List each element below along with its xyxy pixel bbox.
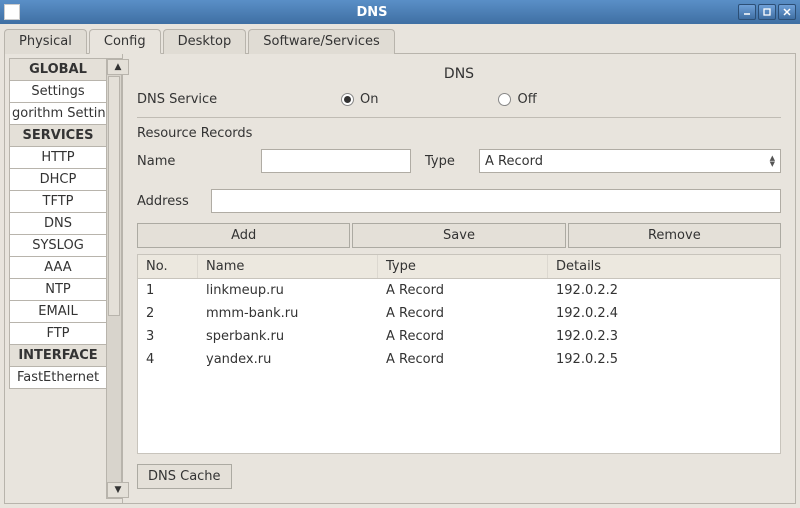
sidebar-item-dhcp[interactable]: DHCP: [9, 168, 107, 191]
cell-details: 192.0.2.4: [548, 302, 780, 325]
cell-no: 1: [138, 279, 198, 302]
sidebar-item-dns[interactable]: DNS: [9, 212, 107, 235]
window-controls: [738, 4, 796, 20]
sidebar-scrollbar[interactable]: ▲ ▼: [106, 58, 122, 499]
sidebar: GLOBAL Settings gorithm Settings SERVICE…: [5, 54, 123, 503]
content-body: GLOBAL Settings gorithm Settings SERVICE…: [4, 53, 796, 504]
cell-no: 4: [138, 348, 198, 371]
type-select[interactable]: A Record ▲▼: [479, 149, 781, 173]
cell-type: A Record: [378, 302, 548, 325]
save-button[interactable]: Save: [352, 223, 565, 248]
sidebar-item-algorithm-settings[interactable]: gorithm Settings: [9, 102, 107, 125]
dns-service-label: DNS Service: [137, 92, 247, 107]
col-no[interactable]: No.: [138, 255, 198, 278]
cell-no: 2: [138, 302, 198, 325]
cell-type: A Record: [378, 348, 548, 371]
cell-name: mmm-bank.ru: [198, 302, 378, 325]
cell-name: yandex.ru: [198, 348, 378, 371]
col-name[interactable]: Name: [198, 255, 378, 278]
sidebar-item-email[interactable]: EMAIL: [9, 300, 107, 323]
radio-on-icon: [341, 93, 354, 106]
address-row: Address: [137, 189, 781, 213]
scroll-up-icon[interactable]: ▲: [107, 59, 129, 75]
tab-physical[interactable]: Physical: [4, 29, 87, 54]
remove-button[interactable]: Remove: [568, 223, 781, 248]
tab-desktop[interactable]: Desktop: [163, 29, 247, 54]
panel-title: DNS: [137, 66, 781, 82]
top-tabs: Physical Config Desktop Software/Service…: [0, 24, 800, 53]
sidebar-item-aaa[interactable]: AAA: [9, 256, 107, 279]
minimize-icon: [742, 7, 752, 17]
col-details[interactable]: Details: [548, 255, 780, 278]
table-row[interactable]: 2mmm-bank.ruA Record192.0.2.4: [138, 302, 780, 325]
divider: [137, 117, 781, 118]
table-row[interactable]: 4yandex.ruA Record192.0.2.5: [138, 348, 780, 371]
radio-on[interactable]: On: [341, 92, 378, 107]
col-type[interactable]: Type: [378, 255, 548, 278]
cell-type: A Record: [378, 279, 548, 302]
app-window: DNS Physical Config Desktop Software/Ser…: [0, 0, 800, 508]
records-table: No. Name Type Details 1linkmeup.ruA Reco…: [137, 254, 781, 454]
table-row[interactable]: 1linkmeup.ruA Record192.0.2.2: [138, 279, 780, 302]
cell-name: linkmeup.ru: [198, 279, 378, 302]
sidebar-heading-global: GLOBAL: [9, 58, 107, 81]
titlebar: DNS: [0, 0, 800, 24]
sidebar-item-http[interactable]: HTTP: [9, 146, 107, 169]
name-input[interactable]: [261, 149, 411, 173]
sidebar-item-tftp[interactable]: TFTP: [9, 190, 107, 213]
close-button[interactable]: [778, 4, 796, 20]
maximize-icon: [762, 7, 772, 17]
sidebar-list: GLOBAL Settings gorithm Settings SERVICE…: [9, 58, 107, 499]
sidebar-heading-interface: INTERFACE: [9, 344, 107, 367]
sidebar-item-syslog[interactable]: SYSLOG: [9, 234, 107, 257]
main-panel: DNS DNS Service On Off Resource Records: [123, 54, 795, 503]
window-title: DNS: [6, 5, 738, 20]
address-label: Address: [137, 194, 197, 209]
footer: DNS Cache: [137, 464, 781, 489]
close-icon: [782, 7, 792, 17]
cell-details: 192.0.2.5: [548, 348, 780, 371]
cell-details: 192.0.2.2: [548, 279, 780, 302]
sidebar-item-ftp[interactable]: FTP: [9, 322, 107, 345]
radio-off[interactable]: Off: [498, 92, 536, 107]
maximize-button[interactable]: [758, 4, 776, 20]
cell-details: 192.0.2.3: [548, 325, 780, 348]
add-button[interactable]: Add: [137, 223, 350, 248]
sidebar-item-fastethernet[interactable]: FastEthernet: [9, 366, 107, 389]
name-label: Name: [137, 154, 247, 169]
resource-records-label: Resource Records: [137, 126, 781, 141]
action-buttons: Add Save Remove: [137, 223, 781, 248]
type-label: Type: [425, 154, 465, 169]
tab-config[interactable]: Config: [89, 29, 161, 54]
cell-no: 3: [138, 325, 198, 348]
sidebar-item-ntp[interactable]: NTP: [9, 278, 107, 301]
address-input[interactable]: [211, 189, 781, 213]
scroll-thumb[interactable]: [108, 76, 120, 316]
table-header: No. Name Type Details: [138, 255, 780, 279]
cell-name: sperbank.ru: [198, 325, 378, 348]
sidebar-heading-services: SERVICES: [9, 124, 107, 147]
radio-off-label: Off: [517, 92, 536, 107]
tab-software-services[interactable]: Software/Services: [248, 29, 395, 54]
dns-cache-button[interactable]: DNS Cache: [137, 464, 232, 489]
sidebar-item-settings[interactable]: Settings: [9, 80, 107, 103]
table-row[interactable]: 3sperbank.ruA Record192.0.2.3: [138, 325, 780, 348]
scroll-down-icon[interactable]: ▼: [107, 482, 129, 498]
minimize-button[interactable]: [738, 4, 756, 20]
radio-on-label: On: [360, 92, 378, 107]
name-type-row: Name Type A Record ▲▼: [137, 149, 781, 173]
table-body: 1linkmeup.ruA Record192.0.2.22mmm-bank.r…: [138, 279, 780, 371]
dns-service-row: DNS Service On Off: [137, 92, 781, 107]
cell-type: A Record: [378, 325, 548, 348]
type-select-value: A Record: [485, 154, 543, 169]
select-spinner-icon: ▲▼: [770, 155, 775, 167]
radio-off-icon: [498, 93, 511, 106]
